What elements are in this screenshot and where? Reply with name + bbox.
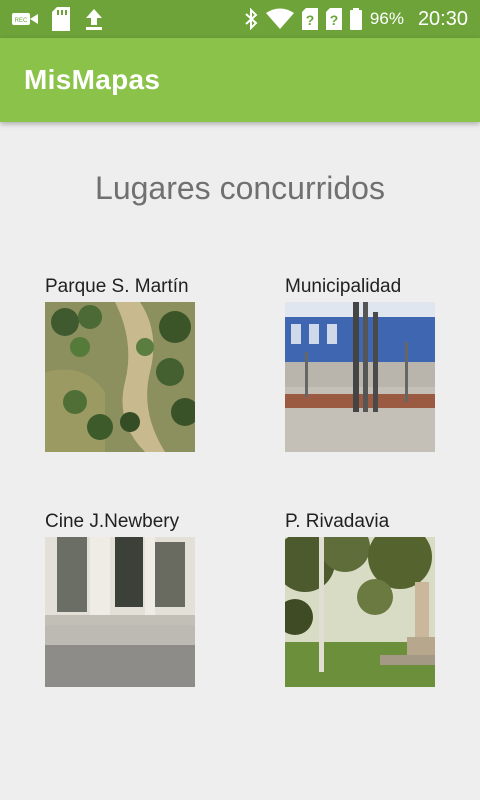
clock: 20:30	[417, 7, 468, 30]
municipal-building-photo[interactable]	[285, 302, 435, 452]
place-item-rivadavia[interactable]: P. Rivadavia	[285, 509, 455, 687]
place-label: P. Rivadavia	[285, 511, 390, 532]
place-item-municipalidad[interactable]: Municipalidad	[285, 274, 455, 452]
upload-icon	[86, 9, 102, 30]
status-bar: REC ? ? 96% 20:30	[0, 0, 480, 38]
app-title: MisMapas	[24, 64, 161, 95]
bluetooth-icon	[245, 8, 258, 30]
park-aerial-photo[interactable]	[45, 302, 195, 452]
battery-percentage: 96%	[369, 9, 404, 28]
page-heading: Lugares concurridos	[95, 170, 385, 206]
system-icons: ? ? 96% 20:30	[244, 6, 468, 32]
app-bar: MisMapas	[0, 38, 480, 122]
svg-text:REC: REC	[15, 18, 28, 24]
place-label: Cine J.Newbery	[45, 511, 180, 532]
sim-unknown-icon: ?	[325, 8, 342, 30]
sim-unknown-icon: ?	[301, 8, 318, 30]
notification-icons: REC	[12, 6, 104, 32]
cinema-facade-photo[interactable]	[45, 537, 195, 687]
svg-text:?: ?	[330, 12, 339, 28]
place-item-parque[interactable]: Parque S. Martín	[45, 274, 215, 452]
place-label: Parque S. Martín	[45, 276, 189, 297]
rec-icon: REC	[12, 13, 38, 25]
sd-card-icon	[52, 7, 70, 31]
svg-text:?: ?	[306, 12, 315, 28]
plaza-monument-photo[interactable]	[285, 537, 435, 687]
place-label: Municipalidad	[285, 276, 402, 297]
wifi-icon	[265, 8, 294, 29]
battery-icon	[349, 8, 362, 30]
place-item-cine[interactable]: Cine J.Newbery	[45, 509, 215, 687]
